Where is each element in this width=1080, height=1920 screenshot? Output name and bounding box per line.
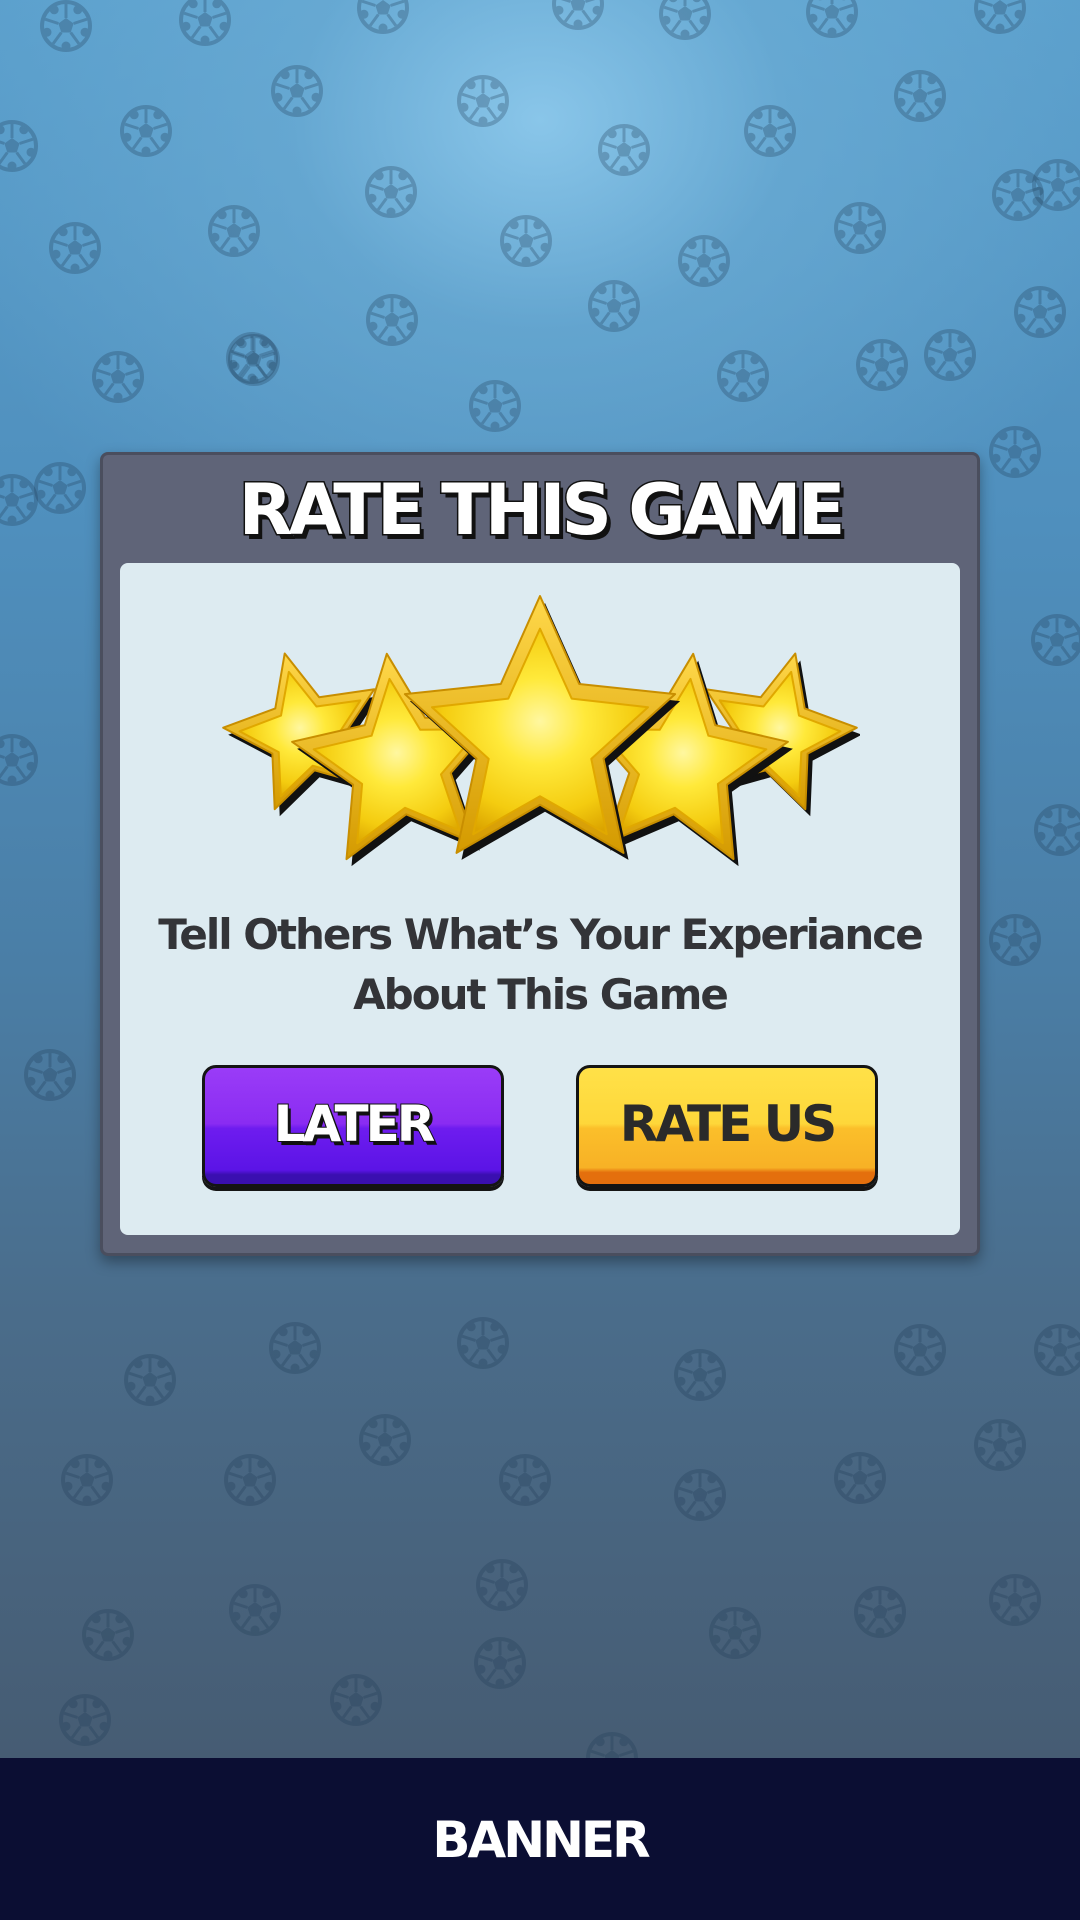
- ad-banner[interactable]: BANNER: [0, 1758, 1080, 1920]
- soccer-ball-icon: [974, 1419, 1026, 1471]
- rating-message: Tell Others What’s Your Experiance About…: [140, 905, 940, 1025]
- dialog-title: RATE THIS GAME: [237, 468, 847, 553]
- soccer-ball-icon: [586, 1732, 638, 1758]
- soccer-ball-icon: [0, 120, 38, 172]
- soccer-ball-icon: [469, 380, 521, 432]
- soccer-ball-icon: [709, 1607, 761, 1659]
- soccer-ball-icon: [588, 280, 640, 332]
- soccer-ball-icon: [271, 65, 323, 117]
- soccer-ball-icon: [678, 235, 730, 287]
- soccer-ball-icon: [552, 0, 604, 30]
- soccer-ball-icon: [598, 124, 650, 176]
- rate-us-button[interactable]: RATE US: [576, 1065, 878, 1187]
- soccer-ball-icon: [476, 1559, 528, 1611]
- soccer-ball-icon: [330, 1674, 382, 1726]
- soccer-ball-icon: [1031, 614, 1080, 666]
- soccer-ball-icon: [82, 1609, 134, 1661]
- soccer-ball-icon: [208, 205, 260, 257]
- soccer-ball-icon: [989, 914, 1041, 966]
- soccer-ball-icon: [59, 1694, 111, 1746]
- soccer-ball-icon: [499, 1454, 551, 1506]
- soccer-ball-icon: [179, 0, 231, 46]
- rate-dialog: RATE THIS GAME Tell Others What’s Your E…: [100, 452, 980, 1256]
- later-button-label: LATER: [273, 1094, 436, 1154]
- soccer-ball-icon: [0, 734, 38, 786]
- five-star-rating: [222, 595, 860, 867]
- soccer-ball-icon: [61, 1454, 113, 1506]
- message-line-2: About This Game: [353, 970, 729, 1019]
- soccer-ball-icon: [894, 1324, 946, 1376]
- rate-us-button-label: RATE US: [619, 1095, 838, 1153]
- soccer-ball-icon: [1014, 286, 1066, 338]
- soccer-ball-icon: [806, 0, 858, 38]
- soccer-ball-icon: [1034, 1324, 1080, 1376]
- soccer-ball-icon: [120, 105, 172, 157]
- soccer-ball-icon: [40, 0, 92, 52]
- soccer-ball-icon: [674, 1469, 726, 1521]
- message-line-1: Tell Others What’s Your Experiance: [158, 910, 923, 959]
- soccer-ball-icon: [717, 350, 769, 402]
- soccer-ball-icon: [229, 1584, 281, 1636]
- soccer-ball-icon: [989, 426, 1041, 478]
- soccer-ball-icon: [974, 0, 1026, 34]
- soccer-ball-icon: [457, 1317, 509, 1369]
- soccer-ball-icon: [92, 351, 144, 403]
- soccer-ball-icon: [1034, 804, 1080, 856]
- soccer-ball-icon: [854, 1586, 906, 1638]
- soccer-ball-icon: [989, 1574, 1041, 1626]
- dialog-panel: Tell Others What’s Your Experiance About…: [120, 563, 960, 1235]
- soccer-ball-icon: [365, 166, 417, 218]
- soccer-ball-icon: [269, 1322, 321, 1374]
- soccer-ball-icon: [49, 222, 101, 274]
- soccer-ball-icon: [924, 329, 976, 381]
- soccer-ball-icon: [659, 0, 711, 40]
- soccer-ball-icon: [357, 0, 409, 34]
- soccer-ball-icon: [457, 75, 509, 127]
- soccer-ball-icon: [674, 1349, 726, 1401]
- soccer-ball-icon: [856, 339, 908, 391]
- soccer-ball-icon: [500, 215, 552, 267]
- soccer-ball-icon: [474, 1637, 526, 1689]
- soccer-ball-icon: [359, 1414, 411, 1466]
- soccer-ball-icon: [744, 105, 796, 157]
- soccer-ball-icon: [894, 70, 946, 122]
- soccer-ball-icon: [0, 474, 38, 526]
- banner-label: BANNER: [432, 1811, 650, 1869]
- soccer-ball-icon: [24, 1049, 76, 1101]
- soccer-ball-icon: [366, 294, 418, 346]
- later-button[interactable]: LATER: [202, 1065, 504, 1187]
- soccer-ball-icon: [834, 1452, 886, 1504]
- soccer-ball-icon: [34, 462, 86, 514]
- soccer-ball-icon: [834, 202, 886, 254]
- soccer-ball-icon: [224, 1454, 276, 1506]
- soccer-ball-icon: [124, 1354, 176, 1406]
